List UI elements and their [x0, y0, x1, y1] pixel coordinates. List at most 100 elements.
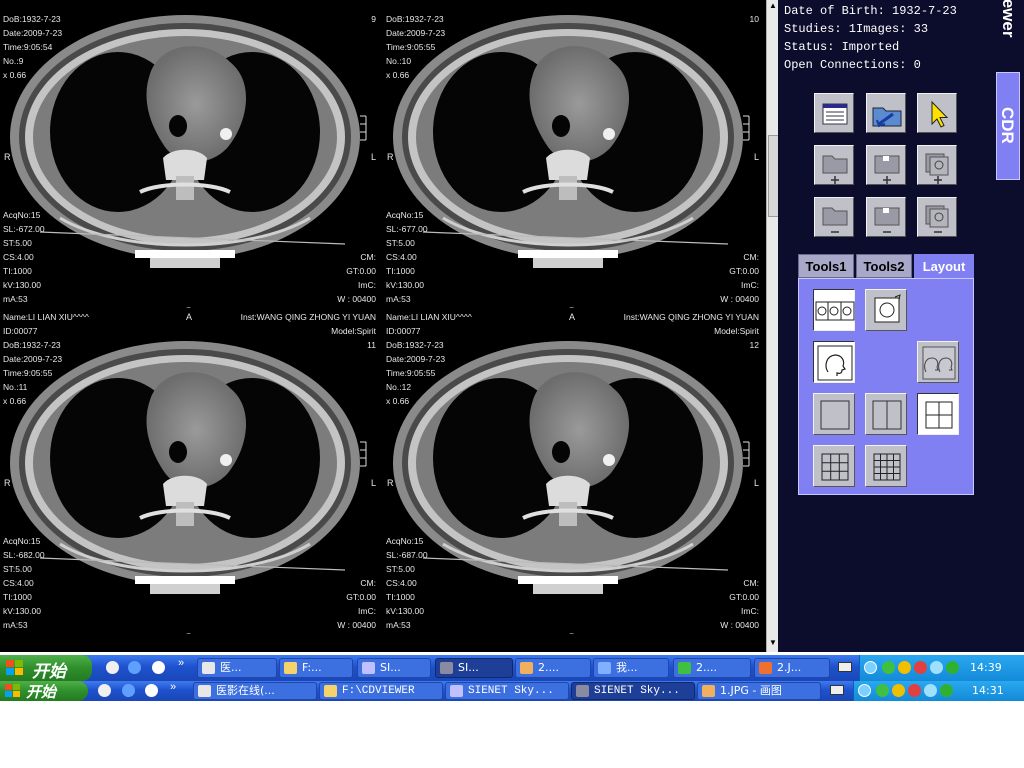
taskbar-button-sienet-1[interactable]: SI... — [357, 658, 431, 678]
overlay-r: R — [387, 152, 394, 162]
scroll-up-arrow-icon[interactable]: ▲ — [769, 1, 777, 11]
image-viewport[interactable]: DoB:1932-7-23 9 Date:2009-7-23 Time:9:05:54… — [0, 0, 766, 652]
viewport-pane[interactable]: Name:LI LIAN XIU^^^^ A Inst:WANG QING ZHON… — [0, 308, 383, 634]
cdr-tab[interactable]: CDR — [996, 72, 1020, 180]
start-button-secondary[interactable]: 开始 — [0, 681, 88, 701]
remove-series-folder-button[interactable] — [917, 197, 957, 237]
tray-security-icon[interactable] — [908, 684, 921, 697]
taskbar-button-cdviewer[interactable]: F:\CDVIEWER — [319, 682, 443, 700]
taskbar-button-medical[interactable]: 医... — [197, 658, 277, 678]
overlay-w: W : 00400 — [720, 620, 759, 630]
tray-network-icon[interactable] — [876, 684, 889, 697]
tray-expand-icon[interactable] — [864, 661, 877, 674]
overlay-l: L — [371, 478, 377, 488]
tray-app-icon[interactable] — [898, 661, 911, 674]
overlay-r: R — [4, 152, 11, 162]
taskbar-button-label: 2.J... — [777, 661, 802, 674]
overlay-imc: ImC: — [741, 280, 759, 290]
tab-tools1[interactable]: Tools1 — [798, 254, 854, 278]
head-outline-button[interactable] — [813, 341, 855, 383]
list-view-button[interactable] — [814, 93, 854, 133]
taskbar-button-medical-online[interactable]: 医影在线(... — [193, 682, 317, 700]
viewport-pane[interactable]: Name:LI LIAN XIU^^^^ A Inst:WANG QING ZHON… — [383, 308, 766, 634]
remove-study-folder-button[interactable] — [866, 197, 906, 237]
overlay-dob: DoB:1932-7-23 — [3, 340, 61, 350]
taskbar-button-label: 2.... — [538, 661, 559, 674]
layout-1x1-button[interactable] — [813, 393, 855, 435]
taskbar-button-sienet-sky-2[interactable]: SIENET Sky... — [571, 682, 695, 700]
overlay-kv: kV:130.00 — [3, 606, 41, 616]
compare-heads-button[interactable] — [917, 341, 959, 383]
add-study-folder-button[interactable] — [866, 145, 906, 185]
overlay-ti: TI:1000 — [386, 592, 415, 602]
tray-ie-icon[interactable] — [930, 661, 943, 674]
app-window-icon — [198, 685, 211, 697]
overlay-sl: SL:-682.00 — [3, 550, 45, 560]
overlay-acq: AcqNo:15 — [386, 536, 424, 546]
taskbar-button-folder[interactable]: F:... — [279, 658, 353, 678]
single-head-button[interactable] — [865, 289, 907, 331]
taskbar-button-2j[interactable]: 2.J... — [754, 658, 830, 678]
overlay-acq: AcqNo:15 — [386, 210, 424, 220]
app-window-icon — [202, 662, 215, 674]
scroll-down-arrow-icon[interactable]: ▼ — [769, 638, 777, 648]
viewport-pane[interactable]: DoB:1932-7-23 9 Date:2009-7-23 Time:9:05:54… — [0, 0, 383, 308]
quicklaunch-player-icon[interactable] — [152, 661, 165, 674]
taskbar-button-sienet-2[interactable]: SI... — [435, 658, 513, 678]
quicklaunch-player-icon[interactable] — [145, 684, 158, 697]
remove-patient-folder-icon — [822, 207, 848, 233]
quicklaunch-media-icon[interactable] — [128, 661, 141, 674]
taskbar-button-label: SIENET Sky... — [594, 685, 680, 697]
keyboard-icon[interactable] — [838, 662, 852, 672]
viewer-tab-label[interactable]: iewer — [998, 0, 1018, 37]
taskbar-button-2b[interactable]: 2.... — [673, 658, 751, 678]
overlay-acq: AcqNo:15 — [3, 210, 41, 220]
add-patient-folder-button[interactable] — [814, 145, 854, 185]
app-window-icon — [576, 685, 589, 697]
overlay-sl: SL:-677.00 — [386, 224, 428, 234]
layout-4x4-button[interactable] — [865, 445, 907, 487]
pointer-button[interactable] — [917, 93, 957, 133]
layout-3x3-button[interactable] — [813, 445, 855, 487]
start-button[interactable]: 开始 — [0, 655, 92, 681]
taskbar-button-sienet-sky-1[interactable]: SIENET Sky... — [445, 682, 569, 700]
keyboard-icon[interactable] — [830, 685, 844, 695]
tray-ie-icon[interactable] — [924, 684, 937, 697]
taskbar-top: 开始 » 医... F:... SI... SI... 2.... 我... 2… — [0, 655, 1024, 681]
add-series-folder-button[interactable] — [917, 145, 957, 185]
tray-app-icon[interactable] — [892, 684, 905, 697]
layout-1x2-button[interactable] — [865, 393, 907, 435]
folder-icon — [324, 685, 337, 697]
tray-clock[interactable]: 14:31 — [972, 684, 1004, 697]
layout-2x2-button[interactable] — [917, 393, 959, 435]
overlay-gt: GT:0.00 — [346, 592, 376, 602]
tray-umbrella-icon[interactable] — [946, 661, 959, 674]
overlay-ti: TI:1000 — [3, 266, 32, 276]
overlay-model: Model:Spirit — [714, 326, 759, 336]
tray-security-icon[interactable] — [914, 661, 927, 674]
tray-clock[interactable]: 14:39 — [970, 661, 1002, 674]
overlay-zoom: x 0.66 — [3, 396, 27, 406]
viewport-pane[interactable]: DoB:1932-7-23 10 Date:2009-7-23 Time:9:05:5… — [383, 0, 766, 308]
quicklaunch-ie-icon[interactable] — [106, 661, 119, 674]
quicklaunch-media-icon[interactable] — [122, 684, 135, 697]
quicklaunch-ie-icon[interactable] — [98, 684, 111, 697]
add-study-folder-icon — [874, 155, 900, 184]
quicklaunch-chevron-icon[interactable]: » — [178, 657, 184, 669]
taskbar-button-paint[interactable]: 1.JPG - 画图 — [697, 682, 821, 700]
overlay-cm: CM: — [743, 578, 759, 588]
tray-network-icon[interactable] — [882, 661, 895, 674]
open-folder-button[interactable] — [866, 93, 906, 133]
app-window-icon — [759, 662, 772, 674]
taskbar-button-2a[interactable]: 2.... — [515, 658, 591, 678]
tab-layout[interactable]: Layout — [914, 254, 974, 278]
taskbar-button-mine[interactable]: 我... — [593, 658, 669, 678]
tab-tools2[interactable]: Tools2 — [856, 254, 912, 278]
taskbar-button-label: SI... — [380, 661, 401, 674]
studies-images-text: Studies: 1Images: 33 — [784, 22, 929, 36]
filmstrip-layout-button[interactable] — [813, 289, 855, 331]
tray-umbrella-icon[interactable] — [940, 684, 953, 697]
remove-patient-folder-button[interactable] — [814, 197, 854, 237]
tray-expand-icon[interactable] — [858, 684, 871, 697]
quicklaunch-chevron-icon[interactable]: » — [170, 681, 176, 693]
